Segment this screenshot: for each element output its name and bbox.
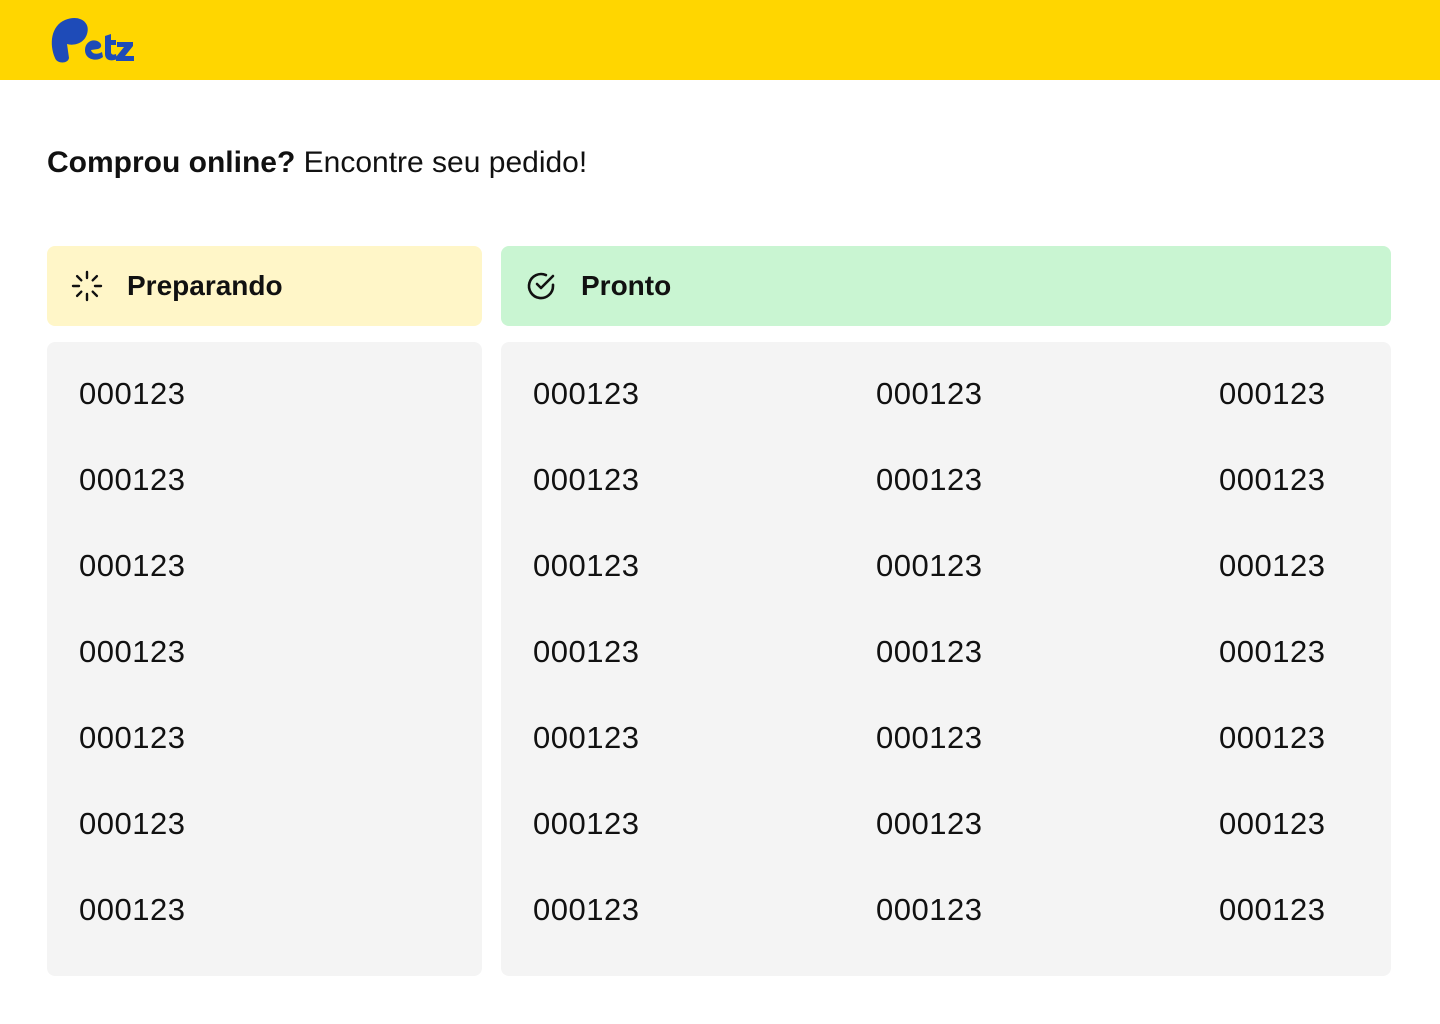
ready-header: Pronto <box>501 246 1391 326</box>
ready-order-number: 000123 <box>1219 548 1326 583</box>
ready-order-number: 000123 <box>1219 806 1326 841</box>
page-title-rest: Encontre seu pedido! <box>295 146 588 179</box>
preparing-orders-panel: 000123 000123 000123 000123 000123 000123 0001… <box>47 342 482 976</box>
ready-order-number: 000123 <box>876 720 983 755</box>
preparing-header: Preparando <box>47 246 482 326</box>
ready-order-number: 000123 <box>876 892 983 927</box>
ready-order-list: 000123 000123 000123 000123 000123 000123 0001… <box>533 372 1359 974</box>
petz-logo <box>51 17 134 63</box>
loader-icon <box>71 270 103 302</box>
ready-order-number: 000123 <box>876 634 983 669</box>
ready-order-number: 000123 <box>533 634 640 669</box>
ready-order-number: 000123 <box>1219 462 1326 497</box>
ready-order-number: 000123 <box>1219 892 1326 927</box>
ready-label: Pronto <box>581 270 672 301</box>
ready-order-number: 000123 <box>1219 720 1326 755</box>
preparing-order-number: 000123 <box>79 806 186 841</box>
ready-order-number: 000123 <box>533 720 640 755</box>
preparing-label: Preparando <box>127 270 283 301</box>
ready-orders-panel: 000123 000123 000123 000123 000123 000123 0001… <box>501 342 1391 976</box>
check-circle-icon <box>527 272 555 300</box>
preparing-order-number: 000123 <box>79 634 186 669</box>
page-title: Comprou online? Encontre seu pedido! <box>47 143 587 183</box>
preparing-order-number: 000123 <box>79 892 186 927</box>
ready-order-number: 000123 <box>876 376 983 411</box>
page-title-strong: Comprou online? <box>47 146 296 179</box>
ready-order-number: 000123 <box>533 376 640 411</box>
ready-order-number: 000123 <box>533 462 640 497</box>
ready-order-number: 000123 <box>876 548 983 583</box>
preparing-order-number: 000123 <box>79 462 186 497</box>
preparing-order-number: 000123 <box>79 376 186 411</box>
preparing-order-number: 000123 <box>79 720 186 755</box>
ready-order-number: 000123 <box>533 806 640 841</box>
ready-order-number: 000123 <box>1219 376 1326 411</box>
ready-order-number: 000123 <box>1219 634 1326 669</box>
ready-order-number: 000123 <box>876 462 983 497</box>
ready-order-number: 000123 <box>533 548 640 583</box>
top-bar <box>0 0 1440 80</box>
ready-order-number: 000123 <box>533 892 640 927</box>
preparing-order-list: 000123 000123 000123 000123 000123 000123 0001… <box>79 372 419 974</box>
preparing-order-number: 000123 <box>79 548 186 583</box>
ready-order-number: 000123 <box>876 806 983 841</box>
